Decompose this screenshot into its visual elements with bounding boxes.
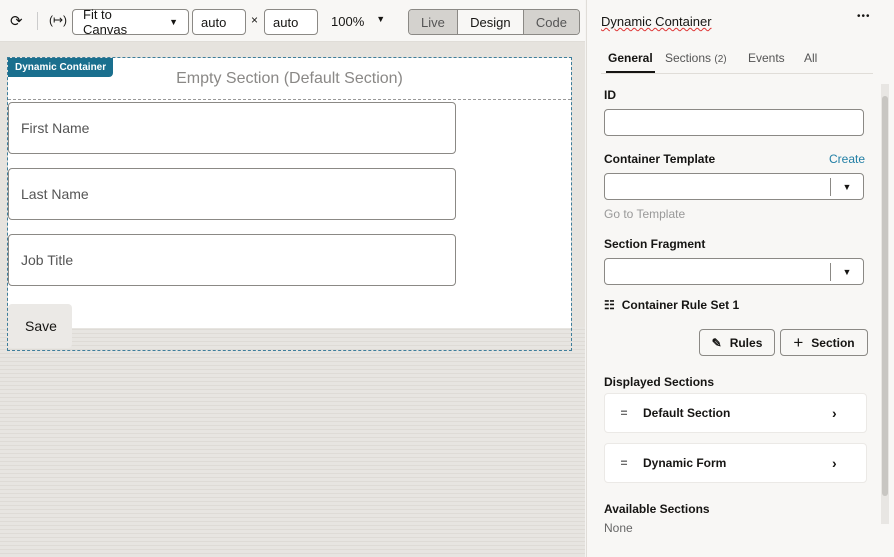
available-none: None <box>604 521 633 535</box>
sections-count: (2) <box>714 54 727 65</box>
dynamic-container[interactable]: Empty Section (Default Section) Dynamic … <box>7 57 572 351</box>
section-card-dynamic-form[interactable]: = Dynamic Form › <box>604 443 867 483</box>
save-button[interactable]: Save <box>8 304 72 348</box>
rule-set-label: Container Rule Set 1 <box>621 298 740 312</box>
times-sign: × <box>251 13 259 27</box>
height-input[interactable]: auto <box>264 9 318 35</box>
panel-title: Dynamic Container <box>601 14 712 29</box>
fragment-select[interactable]: ▼ <box>604 258 864 285</box>
drag-handle-icon[interactable]: = <box>605 456 643 470</box>
create-link[interactable]: Create <box>829 152 865 166</box>
fragment-label: Section Fragment <box>604 237 706 251</box>
container-badge: Dynamic Container <box>8 58 114 77</box>
scrollbar[interactable] <box>881 84 889 524</box>
zoom-label: 100% <box>331 14 365 29</box>
first-name-field[interactable]: First Name <box>8 102 456 154</box>
drag-handle-icon[interactable]: = <box>605 406 643 420</box>
rule-set[interactable]: ☷ Container Rule Set 1 <box>604 298 739 312</box>
tab-general[interactable]: General <box>606 51 655 73</box>
chevron-right-icon: › <box>832 455 837 471</box>
go-to-template-link: Go to Template <box>604 207 686 221</box>
width-input[interactable]: auto <box>192 9 246 35</box>
id-input[interactable] <box>604 109 864 136</box>
fit-select[interactable]: Fit to Canvas ▼ <box>72 7 189 37</box>
displayed-sections-label: Displayed Sections <box>604 375 715 389</box>
fit-label: Fit to Canvas <box>83 7 128 37</box>
id-label: ID <box>604 88 616 102</box>
rules-button[interactable]: ✎ Rules <box>699 329 775 356</box>
mode-live[interactable]: Live <box>409 10 457 34</box>
tab-sections-label: Sections <box>665 51 712 65</box>
card-label: Default Section <box>643 406 731 420</box>
caret-down-icon: ▼ <box>830 178 863 196</box>
caret-down-icon: ▼ <box>830 263 863 281</box>
add-section-button[interactable]: + Section <box>780 329 868 356</box>
section-card-default[interactable]: = Default Section › <box>604 393 867 433</box>
tab-events[interactable]: Events <box>748 51 785 65</box>
caret-down-icon: ▼ <box>169 17 178 27</box>
plus-icon: + <box>793 332 804 352</box>
card-label: Dynamic Form <box>643 456 727 470</box>
refresh-icon[interactable]: ⟳ <box>10 12 23 30</box>
chevron-right-icon: › <box>832 405 837 421</box>
divider <box>37 12 38 30</box>
tab-sections[interactable]: Sections (2) <box>665 51 727 65</box>
fit-width-icon[interactable]: (↦) <box>49 13 67 27</box>
last-name-field[interactable]: Last Name <box>8 168 456 220</box>
caret-down-icon: ▼ <box>376 14 386 24</box>
canvas-background <box>0 327 585 557</box>
tab-bar: General Sections (2) Events All <box>601 50 873 74</box>
mode-design[interactable]: Design <box>456 10 523 34</box>
template-label: Container Template <box>604 152 716 166</box>
rule-set-icon: ☷ <box>604 298 615 312</box>
form-area: Empty Section (Default Section) Dynamic … <box>8 58 571 348</box>
job-title-field[interactable]: Job Title <box>8 234 456 286</box>
tab-all[interactable]: All <box>804 51 817 65</box>
pencil-icon: ✎ <box>711 335 722 350</box>
template-select[interactable]: ▼ <box>604 173 864 200</box>
canvas-area: ⟳ (↦) Fit to Canvas ▼ auto × auto 100% ▼ L… <box>0 0 585 557</box>
mode-code[interactable]: Code <box>522 10 579 34</box>
available-sections-label: Available Sections <box>604 502 710 516</box>
section-label: Section <box>811 335 855 350</box>
rules-label: Rules <box>729 335 763 350</box>
mode-toggle: Live Design Code <box>408 9 580 35</box>
toolbar: ⟳ (↦) Fit to Canvas ▼ auto × auto 100% ▼ L… <box>0 0 585 42</box>
more-button[interactable]: ••• <box>857 11 871 22</box>
properties-panel: Dynamic Container ••• General Sections (… <box>586 0 894 557</box>
zoom-select[interactable]: 100% ▼ <box>331 14 385 29</box>
